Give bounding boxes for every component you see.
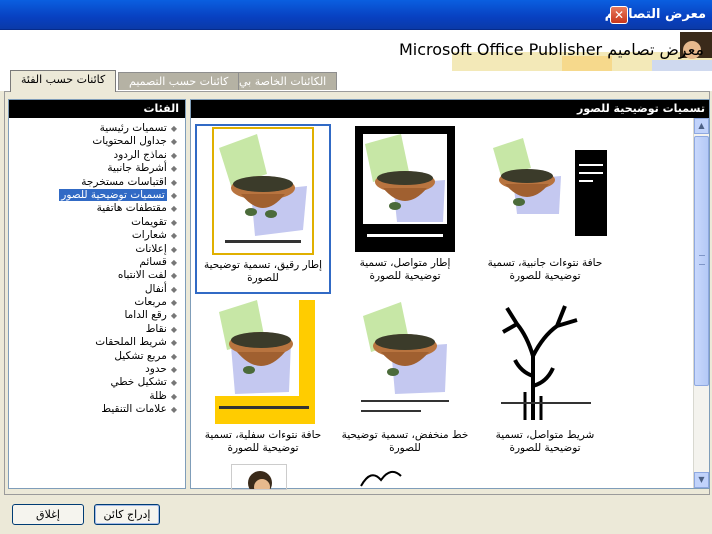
continuous-frame-preview-icon (355, 126, 455, 252)
gallery-item-label: إطار متواصل، تسمية توضيحية للصورة (359, 257, 451, 282)
category-item[interactable]: ◆قسائم (9, 256, 179, 269)
bullet-icon: ◆ (170, 217, 177, 227)
gallery-item-label: حافة نتوءات جانبية، تسمية توضيحية للصورة (487, 257, 603, 282)
bullet-icon: ◆ (170, 244, 177, 254)
gallery-item-bottom-tab[interactable]: حافة نتوءات سفلية، تسمية توضيحية للصورة (195, 296, 331, 466)
gallery-item-label: شريط متواصل، تسمية توضيحية للصورة (495, 429, 595, 454)
gallery-item-partial[interactable] (351, 466, 411, 490)
side-tab-preview-icon (493, 138, 607, 236)
partial-preview-icon (360, 470, 402, 487)
category-item[interactable]: ◆نماذج الردود (9, 149, 179, 162)
bottom-tab-preview-icon (215, 300, 315, 424)
category-list: الفئات ◆تسميات رئيسية ◆جداول المحتويات ◆… (8, 99, 186, 489)
category-item[interactable]: ◆تسميات رئيسية (9, 122, 179, 135)
bullet-icon: ◆ (170, 204, 177, 214)
gallery-item-label: إطار رقيق، تسمية توضيحية للصورة (203, 259, 323, 284)
category-items: ◆تسميات رئيسية ◆جداول المحتويات ◆نماذج ا… (9, 118, 185, 417)
bullet-icon: ◆ (170, 190, 177, 200)
partial-preview-icon (248, 471, 272, 489)
thin-frame-preview-icon (212, 127, 314, 255)
bullet-icon: ◆ (170, 284, 177, 294)
tab-objects-by-design[interactable]: كائنات حسب التصميم (118, 72, 240, 90)
bullet-icon: ◆ (170, 391, 177, 401)
bullet-icon: ◆ (170, 338, 177, 348)
bullet-icon: ◆ (170, 137, 177, 147)
bullet-icon: ◆ (170, 378, 177, 388)
category-item[interactable]: ◆تشكيل خطي (9, 376, 179, 389)
category-item[interactable]: ◆أنفال (9, 283, 179, 296)
gallery-scrollbar[interactable]: ▲ ▼ (693, 118, 709, 488)
category-item[interactable]: ◆اقتباسات مستخرجة (9, 176, 179, 189)
gallery-item-continuous-frame[interactable]: إطار متواصل، تسمية توضيحية للصورة (337, 124, 473, 294)
bullet-icon: ◆ (170, 257, 177, 267)
bullet-icon: ◆ (170, 271, 177, 281)
category-item[interactable]: ◆مربع تشكيل (9, 350, 179, 363)
category-item[interactable]: ◆جداول المحتويات (9, 135, 179, 148)
category-item[interactable]: ◆شعارات (9, 229, 179, 242)
gallery-header: تسميات توضيحية للصور (191, 100, 709, 118)
tab-my-objects[interactable]: الكائنات الخاصة بي (228, 72, 338, 90)
bullet-icon: ◆ (170, 124, 177, 133)
gallery-item-label: خط منخفض، تسمية توضيحية للصورة (341, 429, 469, 454)
design-gallery: تسميات توضيحية للصور ▲ ▼ إطار رقيق، تسمي… (190, 99, 710, 490)
category-header: الفئات (9, 100, 185, 118)
category-item[interactable]: ◆مقتطفات هاتفية (9, 202, 179, 215)
category-item[interactable]: ◆إعلانات (9, 243, 179, 256)
bullet-icon: ◆ (170, 231, 177, 241)
category-item[interactable]: ◆لفت الانتباه (9, 269, 179, 282)
continuous-strip-preview-icon (501, 305, 591, 420)
bullet-icon: ◆ (170, 311, 177, 321)
gallery-item-label: حافة نتوءات سفلية، تسمية توضيحية للصورة (204, 429, 322, 454)
bullet-icon: ◆ (170, 298, 177, 308)
scroll-thumb[interactable] (694, 136, 709, 386)
bullet-icon: ◆ (170, 177, 177, 187)
bullet-icon: ◆ (170, 351, 177, 361)
scroll-down-icon[interactable]: ▼ (694, 472, 709, 488)
category-item[interactable]: ◆أشرطة جانبية (9, 162, 179, 175)
low-line-preview-icon (361, 302, 449, 412)
gallery-item-low-line[interactable]: خط منخفض، تسمية توضيحية للصورة (337, 296, 473, 466)
category-item[interactable]: ◆مربعات (9, 296, 179, 309)
bullet-icon: ◆ (170, 150, 177, 160)
gallery-item-side-tab[interactable]: حافة نتوءات جانبية، تسمية توضيحية للصورة (477, 124, 613, 294)
category-item[interactable]: ◆رقع الداما (9, 309, 179, 322)
insert-object-button[interactable]: إدراج كائن (94, 504, 160, 525)
category-item[interactable]: ◆حدود (9, 363, 179, 376)
category-item-selected[interactable]: ◆تسميات توضيحية للصور (9, 188, 179, 202)
bullet-icon: ◆ (170, 164, 177, 174)
close-button[interactable]: إغلاق (12, 504, 84, 525)
category-item[interactable]: ◆شريط الملحقات (9, 336, 179, 349)
category-item[interactable]: ◆تقويمات (9, 216, 179, 229)
bullet-icon: ◆ (170, 365, 177, 375)
category-item[interactable]: ◆نقاط (9, 323, 179, 336)
gallery-item-continuous-strip[interactable]: شريط متواصل، تسمية توضيحية للصورة (477, 296, 613, 466)
category-item[interactable]: ◆علامات التنقيط (9, 403, 179, 416)
gallery-item-partial[interactable] (231, 464, 287, 490)
gallery-item-thin-frame[interactable]: إطار رقيق، تسمية توضيحية للصورة (195, 124, 331, 294)
header-title: معرض تصاميم Microsoft Office Publisher (398, 40, 704, 59)
tab-objects-by-category[interactable]: كائنات حسب الفئة (10, 70, 117, 92)
scroll-up-icon[interactable]: ▲ (694, 118, 709, 134)
title-bar: معرض التصاميم ✕ (0, 0, 712, 30)
bullet-icon: ◆ (170, 324, 177, 334)
bullet-icon: ◆ (170, 405, 177, 415)
category-item[interactable]: ◆ظلة (9, 390, 179, 403)
close-icon[interactable]: ✕ (610, 6, 628, 24)
